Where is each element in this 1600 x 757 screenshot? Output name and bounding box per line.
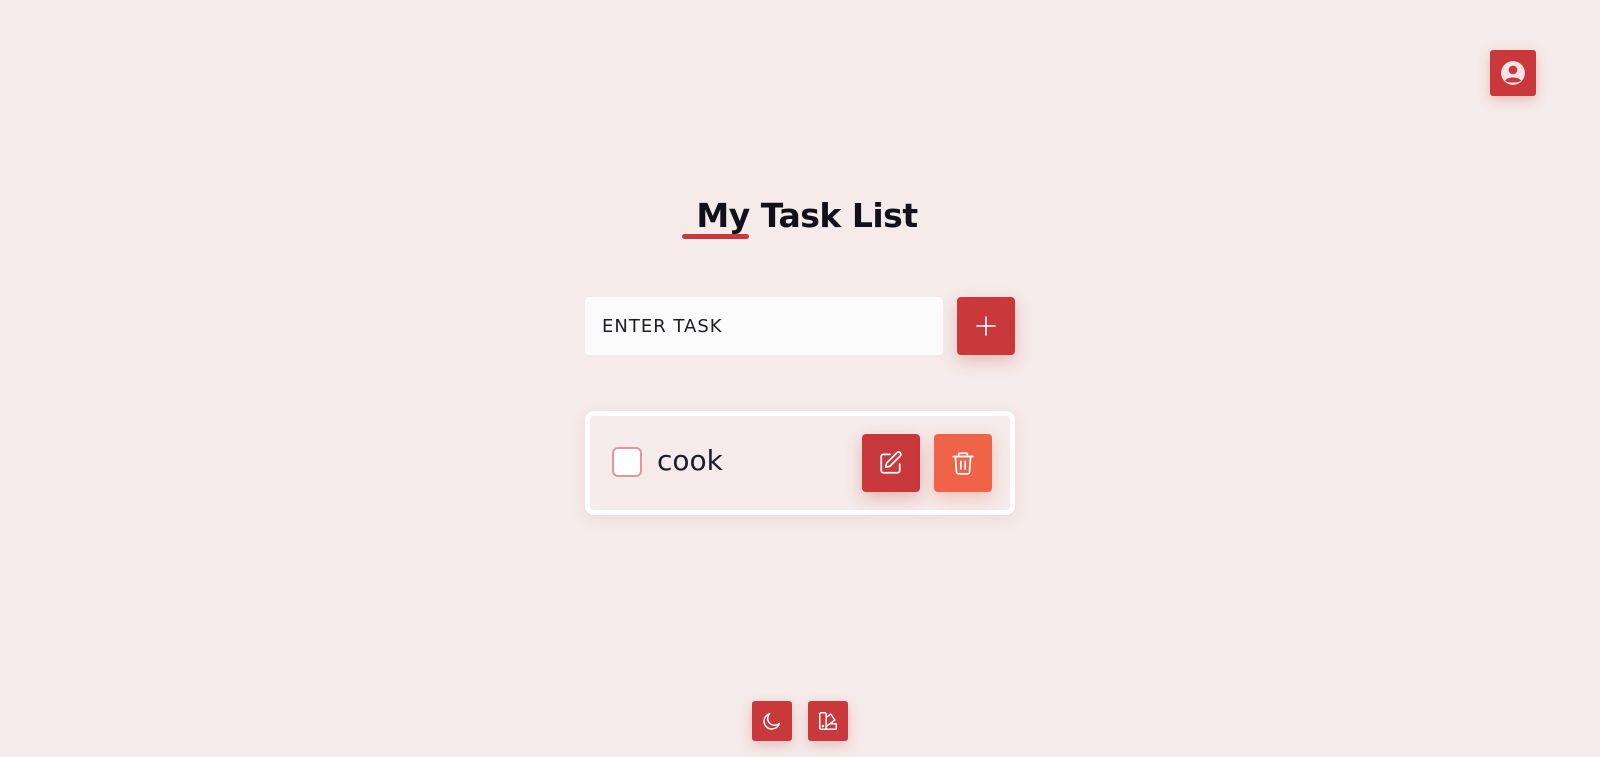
plus-icon	[975, 315, 997, 337]
title-underline	[682, 234, 750, 239]
task-checkbox[interactable]	[612, 447, 642, 477]
moon-icon	[761, 710, 783, 732]
swatch-icon	[817, 710, 839, 732]
title-container: My Task List	[0, 196, 1600, 239]
task-text: cook	[657, 444, 723, 477]
edit-task-button[interactable]	[862, 434, 920, 492]
trash-icon	[950, 450, 976, 476]
task-input[interactable]	[585, 297, 943, 355]
delete-task-button[interactable]	[934, 434, 992, 492]
page-title-text: My Task List	[696, 196, 918, 235]
task-item: cook	[585, 411, 1015, 515]
color-theme-button[interactable]	[808, 701, 848, 741]
profile-button[interactable]	[1490, 50, 1536, 96]
add-task-button[interactable]	[957, 297, 1015, 355]
pencil-square-icon	[878, 450, 904, 476]
dark-mode-toggle-button[interactable]	[752, 701, 792, 741]
page-title: My Task List	[682, 196, 918, 239]
user-circle-icon	[1500, 60, 1526, 86]
